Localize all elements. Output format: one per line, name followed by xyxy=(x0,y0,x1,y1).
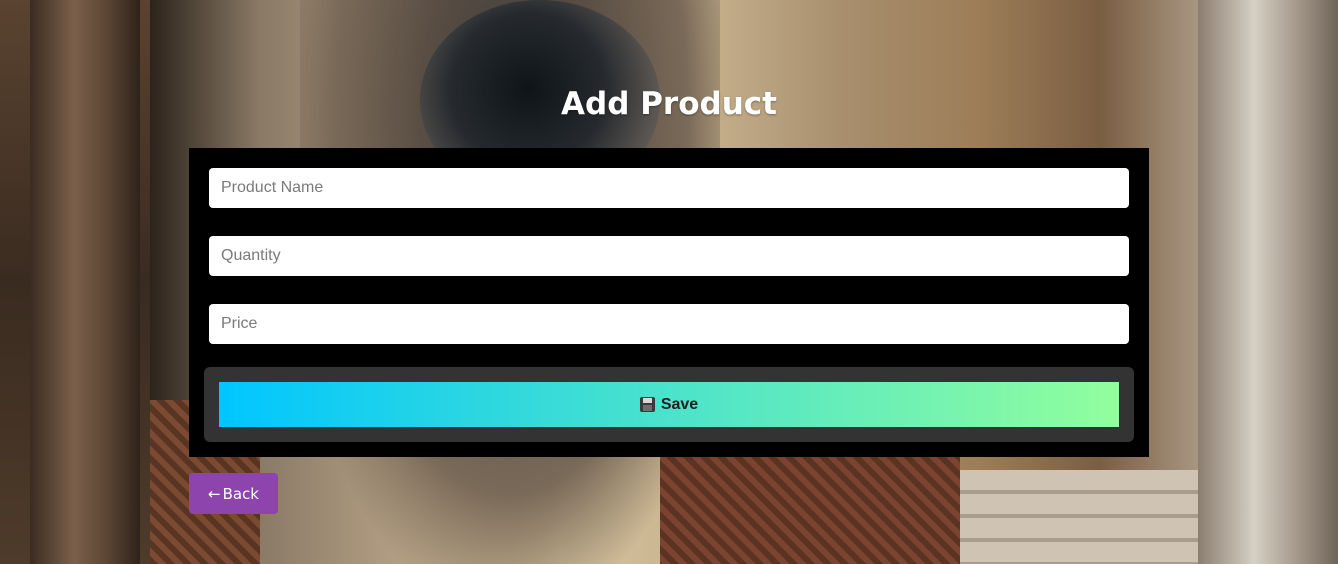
quantity-field-wrapper xyxy=(204,231,1134,281)
price-input[interactable] xyxy=(209,304,1129,344)
product-name-input[interactable] xyxy=(209,168,1129,208)
back-arrow-icon: ← xyxy=(208,484,221,503)
back-button[interactable]: ← Back xyxy=(189,473,278,514)
product-name-field-wrapper xyxy=(204,163,1134,213)
floppy-disk-icon xyxy=(639,397,655,412)
save-button[interactable]: Save xyxy=(219,382,1119,427)
add-product-form: Save xyxy=(189,148,1149,457)
page-title: Add Product xyxy=(561,86,777,122)
back-button-label: Back xyxy=(222,484,259,503)
quantity-input[interactable] xyxy=(209,236,1129,276)
save-area: Save xyxy=(204,367,1134,442)
price-field-wrapper xyxy=(204,299,1134,349)
background-stairs xyxy=(960,470,1200,564)
save-button-label: Save xyxy=(660,395,699,413)
background-basket xyxy=(660,440,960,564)
